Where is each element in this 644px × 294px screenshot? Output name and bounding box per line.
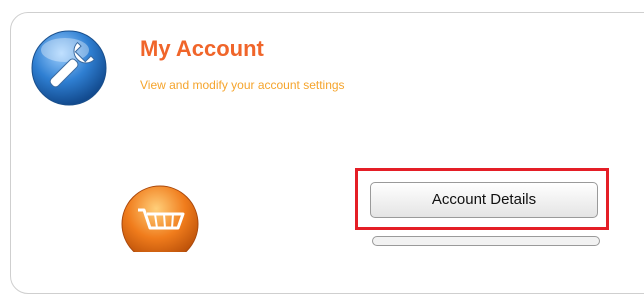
- shopping-cart-icon: [121, 185, 199, 252]
- page-subtitle: View and modify your account settings: [140, 78, 345, 92]
- account-details-button[interactable]: Account Details: [370, 182, 598, 218]
- wrench-icon: [31, 30, 107, 106]
- page-title: My Account: [140, 36, 264, 61]
- next-button[interactable]: [372, 236, 600, 246]
